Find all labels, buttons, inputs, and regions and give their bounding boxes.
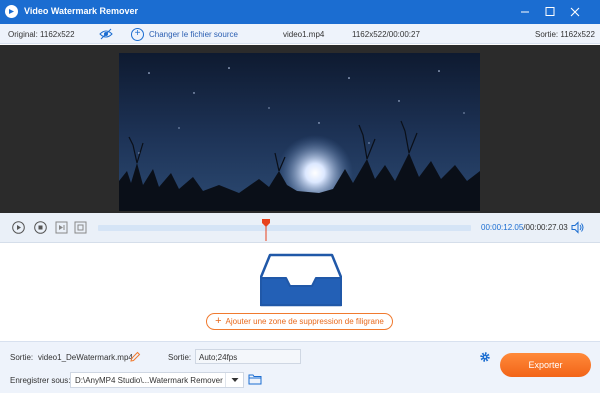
- next-frame-icon[interactable]: [55, 221, 68, 234]
- change-source-label: Changer le fichier source: [149, 29, 238, 39]
- save-path-value: D:\AnyMP4 Studio\...Watermark Remover: [75, 376, 223, 385]
- timeline-track[interactable]: [98, 219, 471, 241]
- add-watermark-zone-button[interactable]: + Ajouter une zone de suppression de fil…: [206, 313, 393, 330]
- export-button[interactable]: Exporter: [500, 353, 591, 377]
- current-time: 00:00:12.05: [481, 223, 524, 232]
- video-preview-area: [0, 45, 600, 213]
- playback-controls: 00:00:12.05/00:00:27.03: [0, 213, 600, 243]
- plus-icon: +: [215, 315, 222, 327]
- original-resolution: Original: 1162x522: [8, 30, 75, 39]
- gear-icon[interactable]: [479, 351, 491, 363]
- playhead[interactable]: [261, 219, 270, 241]
- app-logo-icon: [5, 5, 18, 18]
- save-path-select[interactable]: D:\AnyMP4 Studio\...Watermark Remover: [70, 372, 244, 388]
- change-source-button[interactable]: + Changer le fichier source: [131, 25, 238, 43]
- watermark-zone-area: + Ajouter une zone de suppression de fil…: [0, 244, 600, 340]
- format-label: Sortie:: [168, 353, 192, 362]
- output-settings: Sortie: video1_DeWatermark.mp4 Sortie: A…: [0, 341, 600, 393]
- loop-icon[interactable]: [74, 221, 87, 234]
- stop-icon[interactable]: [34, 221, 47, 234]
- close-icon[interactable]: [565, 3, 585, 21]
- format-field[interactable]: Auto;24fps: [195, 349, 490, 364]
- pencil-icon[interactable]: [130, 351, 141, 362]
- info-bar: Original: 1162x522 + Changer le fichier …: [0, 24, 600, 44]
- output-file-name: video1_DeWatermark.mp4: [38, 353, 133, 362]
- title-bar: Video Watermark Remover: [0, 0, 600, 24]
- plus-circle-icon: +: [131, 27, 144, 41]
- volume-icon[interactable]: [571, 221, 585, 234]
- format-value: Auto;24fps: [199, 353, 238, 362]
- eye-slash-icon[interactable]: [99, 28, 113, 40]
- add-zone-label: Ajouter une zone de suppression de filig…: [225, 317, 384, 326]
- play-icon[interactable]: [12, 221, 25, 234]
- minimize-icon[interactable]: [515, 3, 535, 21]
- maximize-icon[interactable]: [540, 3, 560, 21]
- output-resolution: Sortie: 1162x522: [535, 30, 595, 39]
- time-display: 00:00:12.05/00:00:27.03: [481, 223, 568, 232]
- output-file-label: Sortie:: [10, 353, 34, 362]
- file-name: video1.mp4: [283, 30, 325, 39]
- folder-icon[interactable]: [248, 373, 262, 385]
- save-location-label: Enregistrer sous:: [10, 376, 71, 385]
- file-info: 1162x522/00:00:27: [352, 30, 420, 39]
- video-frame[interactable]: [119, 53, 480, 211]
- inbox-tray-icon: [259, 251, 343, 307]
- window-title: Video Watermark Remover: [24, 6, 139, 16]
- total-time: /00:00:27.03: [523, 223, 568, 232]
- chevron-down-icon[interactable]: [225, 373, 243, 387]
